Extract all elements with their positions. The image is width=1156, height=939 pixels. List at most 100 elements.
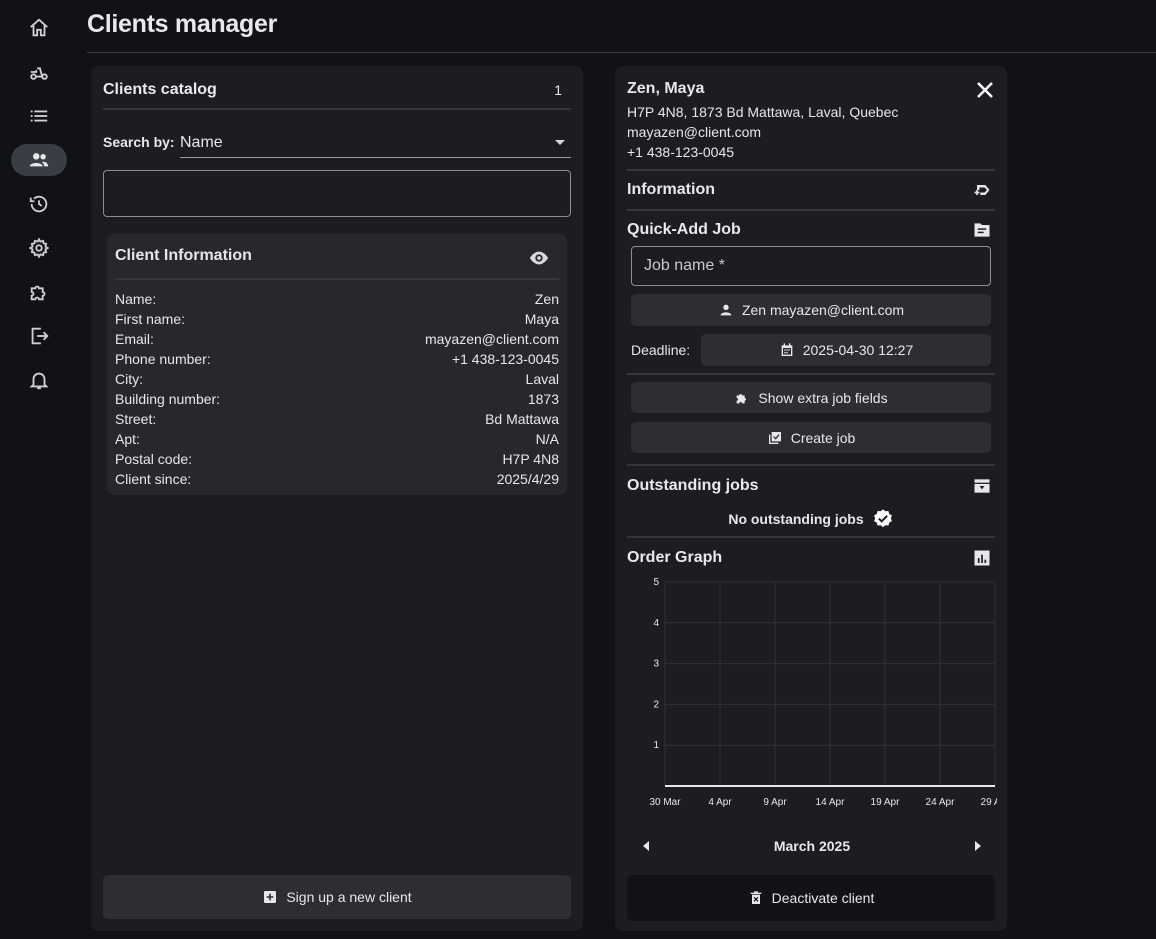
- search-input[interactable]: [103, 170, 571, 217]
- chart-y-tick-label: 3: [653, 659, 659, 670]
- nav-notifications[interactable]: [11, 364, 67, 396]
- client-info-label: Client since:: [115, 471, 192, 487]
- search-field-select[interactable]: Name: [180, 128, 571, 158]
- chart-y-tick-label: 5: [653, 577, 659, 588]
- divider: [627, 536, 995, 538]
- list-icon: [30, 110, 48, 122]
- library-add-check-icon: [768, 431, 781, 444]
- catalog-title: Clients catalog: [103, 81, 217, 98]
- logout-icon: [31, 327, 49, 345]
- client-info-label: Email:: [115, 331, 154, 347]
- client-info-label: Phone number:: [115, 351, 211, 367]
- client-info-label: Street:: [115, 411, 157, 427]
- client-info-row: City: Laval: [115, 369, 559, 389]
- delivery-scooter-icon: [30, 67, 48, 80]
- folder-icon[interactable]: [971, 220, 993, 240]
- calendar-icon: [781, 343, 793, 356]
- client-info-row: Phone number: +1 438-123-0045: [115, 349, 559, 369]
- no-outstanding-jobs-label: No outstanding jobs: [728, 511, 864, 527]
- sign-up-client-label: Sign up a new client: [286, 889, 412, 905]
- new-label-icon[interactable]: [971, 180, 993, 200]
- nav-settings[interactable]: [11, 232, 67, 264]
- close-icon[interactable]: [975, 80, 995, 100]
- quick-add-job-header: Quick-Add Job: [627, 221, 741, 238]
- nav-logout[interactable]: [11, 320, 67, 352]
- divider: [627, 209, 995, 211]
- client-name: Zen, Maya: [627, 80, 705, 97]
- month-label: March 2025: [773, 838, 851, 854]
- client-info-row: First name: Maya: [115, 309, 559, 329]
- gear-icon: [28, 237, 50, 259]
- client-info-rows: Name: Zen First name: Maya Email: mayazen@cli…: [115, 289, 559, 489]
- bell-icon: [29, 372, 49, 390]
- show-extra-fields-label: Show extra job fields: [758, 389, 888, 406]
- client-info-value: mayazen@client.com: [424, 331, 559, 347]
- nav-deliveries[interactable]: [11, 56, 67, 88]
- client-info-value: Laval: [525, 371, 559, 387]
- divider: [627, 464, 995, 466]
- client-info-value: Bd Mattawa: [485, 411, 559, 427]
- client-info-row: Apt: N/A: [115, 429, 559, 449]
- nav-extensions[interactable]: [11, 276, 67, 308]
- client-info-row: Postal code: H7P 4N8: [115, 449, 559, 469]
- person-icon: [720, 304, 732, 316]
- add-box-icon: [264, 891, 277, 903]
- client-detail-panel: Zen, Maya H7P 4N8, 1873 Bd Mattawa, Lava…: [615, 66, 1007, 931]
- chart-y-tick-label: 1: [653, 740, 659, 751]
- search-field-value: Name: [180, 133, 223, 151]
- chart-y-tick-label: 4: [653, 618, 659, 629]
- create-job-button[interactable]: Create job: [631, 422, 991, 453]
- client-info-value: Zen: [534, 291, 559, 307]
- client-info-value: 2025/4/29: [496, 471, 559, 487]
- client-info-title: Client Information: [115, 247, 252, 264]
- chart-x-tick-label: 30 Mar: [649, 797, 681, 808]
- show-extra-fields-button[interactable]: Show extra job fields: [631, 382, 991, 413]
- sign-up-client-button[interactable]: Sign up a new client: [103, 875, 571, 919]
- history-icon: [29, 195, 48, 213]
- delete-forever-icon: [750, 891, 761, 904]
- client-info-row: Email: mayazen@client.com: [115, 329, 559, 349]
- bar-chart-icon[interactable]: [971, 548, 993, 568]
- clients-catalog-panel: Clients catalog 1 Search by: Name Client…: [91, 66, 583, 931]
- previous-month-icon[interactable]: [643, 841, 649, 851]
- title-divider: [87, 52, 1156, 53]
- client-chip-label: Zen mayazen@client.com: [741, 302, 905, 318]
- client-info-label: City:: [115, 371, 143, 387]
- chart-x-tick-label: 29 Apr: [981, 797, 997, 808]
- chart-x-tick-label: 14 Apr: [816, 797, 846, 808]
- divider: [103, 108, 571, 110]
- client-info-row: Street: Bd Mattawa: [115, 409, 559, 429]
- sidebar: [0, 0, 78, 939]
- nav-clients[interactable]: [11, 144, 67, 176]
- people-icon: [29, 153, 49, 167]
- client-info-value: 1873: [527, 391, 559, 407]
- nav-home[interactable]: [11, 12, 67, 44]
- client-info-label: First name:: [115, 311, 186, 327]
- chevron-down-icon: [555, 140, 565, 145]
- client-info-row: Name: Zen: [115, 289, 559, 309]
- client-phone: +1 438-123-0045: [627, 144, 735, 160]
- client-info-value: N/A: [535, 431, 559, 447]
- order-graph-chart: 1 2 3 4 5 30 Mar 4 Apr 9 Apr 14 Apr 19 Apr 24 Apr 2…: [649, 577, 997, 808]
- client-info-label: Name:: [115, 291, 157, 307]
- divider: [627, 169, 995, 171]
- client-count: 1: [554, 82, 562, 98]
- verified-badge-icon: [873, 509, 892, 528]
- next-month-icon[interactable]: [975, 841, 981, 851]
- job-name-input[interactable]: Job name *: [631, 246, 991, 286]
- chart-x-tick-label: 9 Apr: [763, 797, 787, 808]
- nav-list[interactable]: [11, 100, 67, 132]
- client-chip-button[interactable]: Zen mayazen@client.com: [631, 294, 991, 326]
- create-job-label: Create job: [790, 429, 856, 446]
- chart-y-tick-label: 2: [653, 699, 659, 710]
- archive-icon[interactable]: [971, 476, 993, 496]
- chart-x-tick-label: 24 Apr: [926, 797, 956, 808]
- client-info-label: Postal code:: [115, 451, 193, 467]
- deactivate-client-button[interactable]: Deactivate client: [627, 875, 995, 921]
- deadline-picker[interactable]: 2025-04-30 12:27: [701, 334, 991, 366]
- nav-history[interactable]: [11, 188, 67, 220]
- deadline-value: 2025-04-30 12:27: [802, 342, 914, 358]
- client-information-card[interactable]: Client Information Name: Zen First name: Ma…: [107, 234, 567, 495]
- client-info-label: Apt:: [115, 431, 140, 447]
- eye-icon[interactable]: [527, 247, 551, 269]
